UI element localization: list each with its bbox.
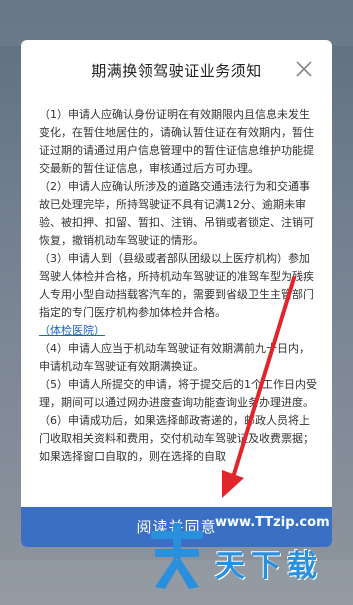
dialog-header: 期满换领驾驶证业务须知 [21, 40, 332, 98]
notice-dialog: 期满换领驾驶证业务须知 （1）申请人应确认身份证明在有效期限内且信息未发生变化，… [21, 40, 332, 547]
notice-clause-5: （5）申请人所提交的申请，将于提交后的1个工作日内受理，期间可以通过网办进度查询… [39, 378, 317, 409]
notice-clause-2: （2）申请人应确认所涉及的道路交通违法行为和交通事故已处理完毕，所持驾驶证不具有… [39, 180, 314, 247]
notice-content[interactable]: （1）申请人应确认身份证明在有效期限内且信息未发生变化，在暂住地居住的，请确认暂… [39, 106, 317, 510]
notice-clause-3: （3）申请人到（县级或者部队团级以上医疗机构）参加驾驶人体检并合格，所持机动车驾… [39, 252, 314, 319]
dialog-title: 期满换领驾驶证业务须知 [91, 62, 262, 80]
notice-clause-1: （1）申请人应确认身份证明在有效期限内且信息未发生变化，在暂住地居住的，请确认暂… [39, 108, 314, 175]
site-watermark: www.TTzip.com 天下载 [145, 511, 345, 591]
watermark-url: www.TTzip.com [215, 515, 330, 530]
close-icon[interactable] [294, 59, 314, 79]
watermark-logo-icon [151, 523, 203, 589]
notice-clause-6: （6）申请成功后，如果选择邮政寄递的，邮政人员将上门收取相关资料和费用，交付机动… [39, 414, 314, 463]
notice-clause-4: （4）申请人应当于机动车驾驶证有效期满前九十日内，申请机动车驾驶证有效期满换证。 [39, 342, 310, 373]
hospital-link[interactable]: （体检医院） [39, 322, 317, 340]
watermark-name: 天下载 [215, 549, 323, 584]
